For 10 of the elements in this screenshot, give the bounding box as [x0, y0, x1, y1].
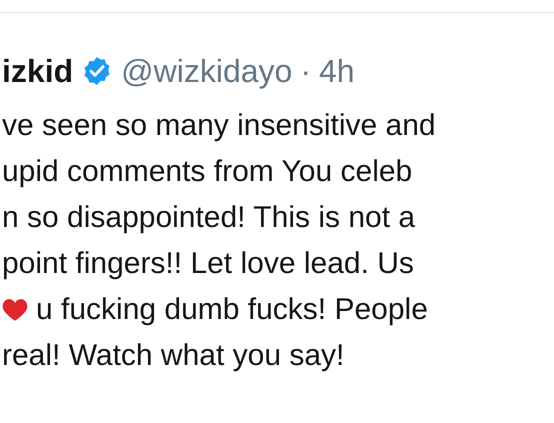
- display-name[interactable]: izkid: [2, 52, 74, 90]
- user-handle[interactable]: @wizkidayo: [121, 52, 292, 90]
- post-text-line: point fingers!! Let love lead. Us: [2, 247, 414, 281]
- post-text-line: upid comments from You celeb: [2, 155, 412, 189]
- separator-dot: ·: [300, 52, 311, 90]
- post-text-line: ve seen so many insensitive and: [2, 109, 436, 143]
- post-text-line: real! Watch what you say!: [2, 339, 344, 373]
- post-time[interactable]: 4h: [318, 52, 355, 90]
- post-text-line: u fucking dumb fucks! People: [36, 293, 428, 327]
- post-text-line: n so disappointed! This is not a: [2, 201, 416, 235]
